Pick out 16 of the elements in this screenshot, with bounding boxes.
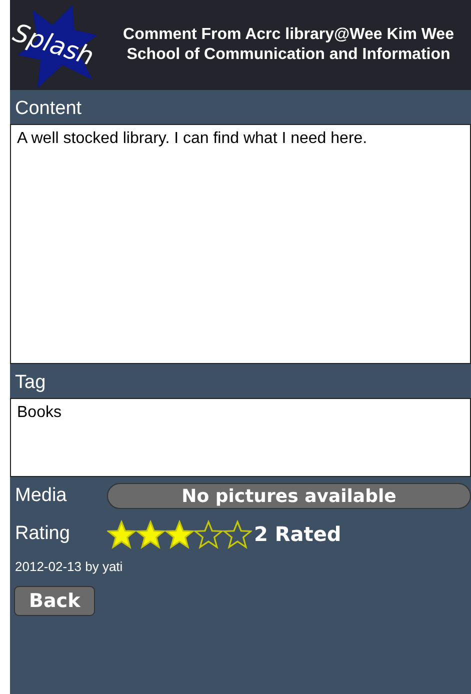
filled-star-icon[interactable] (107, 520, 136, 548)
rating-label: Rating (15, 523, 71, 545)
rating-count: 2 Rated (254, 522, 342, 546)
media-label: Media (15, 485, 68, 507)
filled-star-icon[interactable] (136, 520, 165, 548)
content-field[interactable]: A well stocked library. I can find what I need here. (10, 124, 471, 364)
page-title: Comment From Acrc library@Wee Kim Wee School of Communication and Information (122, 25, 455, 65)
empty-star-icon[interactable] (223, 520, 252, 548)
back-button[interactable]: Back (14, 586, 96, 616)
media-button[interactable]: No pictures available (107, 483, 471, 509)
filled-star-icon[interactable] (165, 520, 194, 548)
byline: 2012-02-13 by yati (14, 558, 124, 576)
star-rating[interactable] (107, 520, 252, 548)
section-label: Content (14, 97, 83, 121)
section-label: Tag (14, 371, 47, 395)
tag-field[interactable]: Books (10, 398, 471, 477)
